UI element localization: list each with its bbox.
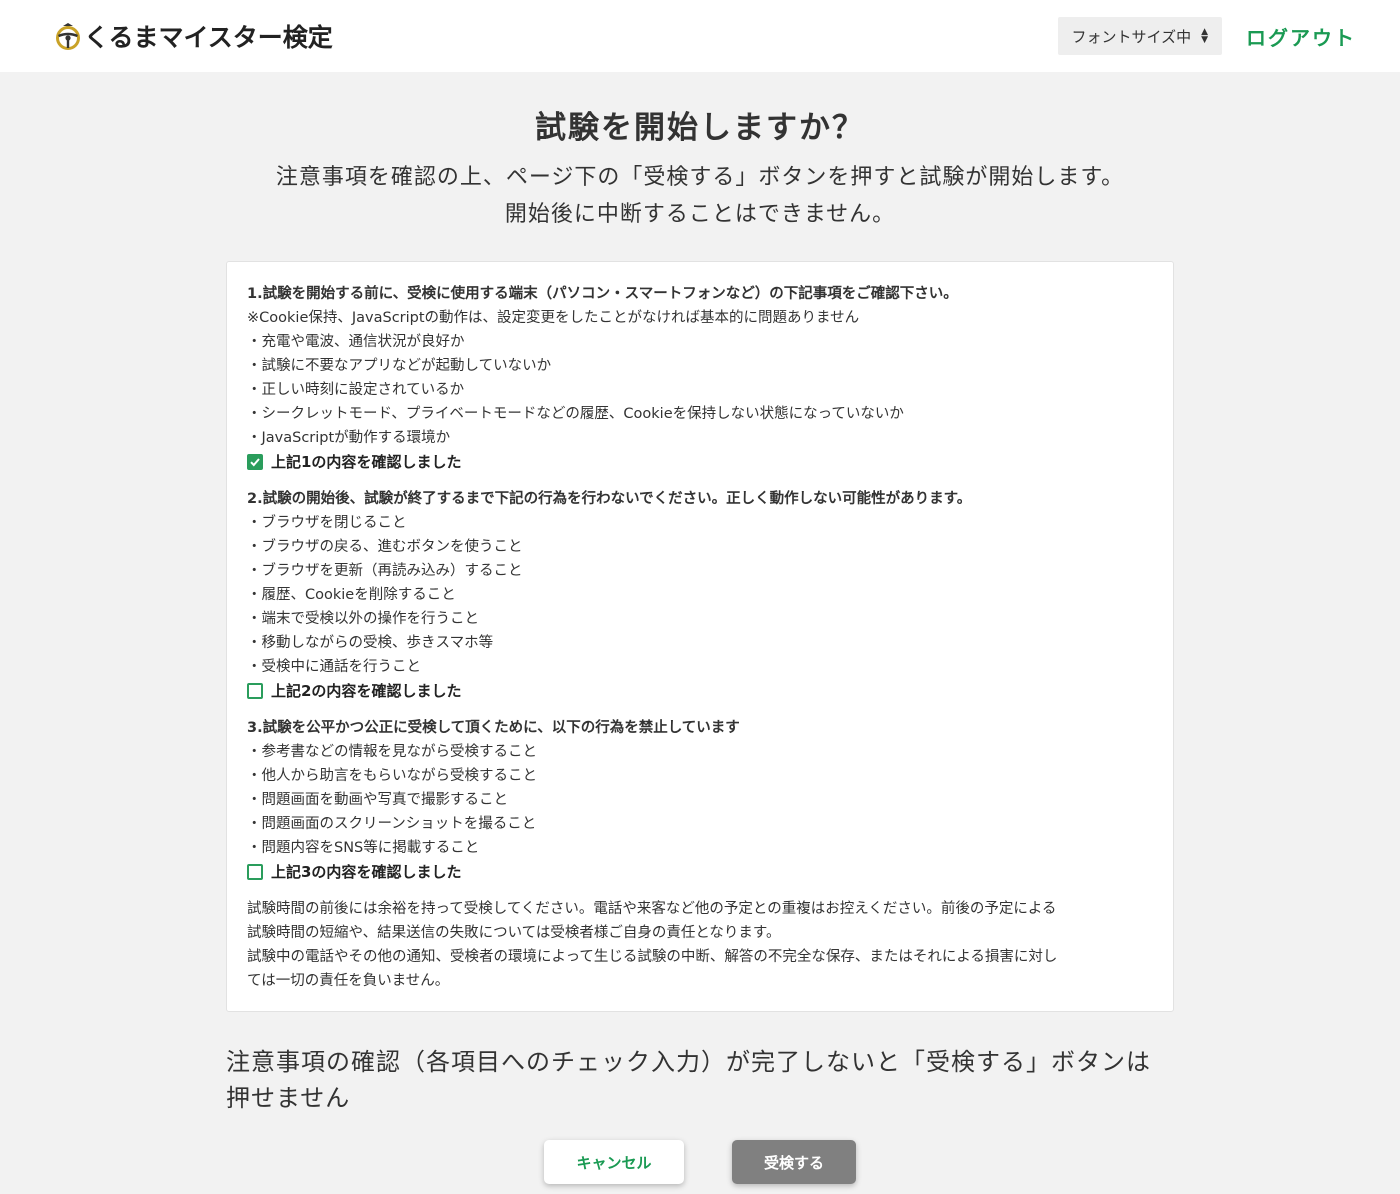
list-item: ・受検中に通話を行うこと [247, 659, 421, 675]
app-header: くるまマイスター検定 フォントサイズ中 ▲ ▼ ログアウト [0, 0, 1400, 72]
page-title: 試験を開始しますか？ [535, 110, 865, 146]
list-item: ・ブラウザを更新（再読み込み）すること [247, 563, 523, 579]
list-item: ・他人から助言をもらいながら受検すること [247, 768, 537, 784]
list-item: ・端末で受検以外の操作を行うこと [247, 611, 479, 627]
list-item: ・履歴、Cookieを削除すること [247, 587, 456, 603]
notice-line: ては一切の責任を負いません。 [247, 973, 450, 989]
logout-link[interactable]: ログアウト [1246, 22, 1356, 51]
site-logo[interactable]: くるまマイスター検定 [54, 18, 333, 54]
confirm-checkbox-2[interactable]: 上記2の内容を確認しました [247, 679, 1153, 703]
list-item: ※Cookie保持、JavaScriptの動作は、設定変更をしたことがなければ基… [247, 310, 860, 326]
checkbox-checked-icon[interactable] [247, 454, 263, 470]
checkbox-unchecked-icon[interactable] [247, 683, 263, 699]
completion-warning: 注意事項の確認（各項目へのチェック入力）が完了しないと「受検する」ボタンは押せま… [226, 1048, 1151, 1112]
action-buttons: キャンセル 受検する [0, 1140, 1400, 1184]
steering-wheel-icon [56, 23, 80, 50]
precaution-section-1: 1.試験を開始する前に、受検に使用する端末（パソコン・スマートフォンなど）の下記… [247, 282, 1153, 474]
header-controls: フォントサイズ中 ▲ ▼ ログアウト [1057, 17, 1356, 55]
list-item: ・問題画面のスクリーンショットを撮ること [247, 816, 537, 832]
list-item: ・試験に不要なアプリなどが起動していないか [247, 358, 552, 374]
checkbox-unchecked-icon[interactable] [247, 864, 263, 880]
font-size-select-value: フォントサイズ中 [1071, 27, 1192, 46]
list-item: ・シークレットモード、プライベートモードなどの履歴、Cookieを保持しない状態… [247, 406, 904, 422]
list-item: ・参考書などの情報を見ながら受検すること [247, 744, 537, 760]
checkbox-label: 上記1の内容を確認しました [271, 453, 462, 471]
notice-line: 試験時間の短縮や、結果送信の失敗については受検者様ご自身の責任となります。 [247, 925, 781, 941]
notice-line: 試験中の電話やその他の通知、受検者の環境によって生じる試験の中断、解答の不完全な… [247, 949, 1058, 965]
font-size-select[interactable]: フォントサイズ中 ▲ ▼ [1057, 17, 1222, 55]
subtitle-line: 注意事項を確認の上、ページ下の「受検する」ボタンを押すと試験が開始します。 [275, 165, 1125, 190]
section-heading: 3.試験を公平かつ公正に受検して頂くために、以下の行為を禁止しています [247, 720, 740, 736]
section-heading: 1.試験を開始する前に、受検に使用する端末（パソコン・スマートフォンなど）の下記… [247, 286, 958, 302]
page-subtitle: 注意事項を確認の上、ページ下の「受検する」ボタンを押すと試験が開始します。 開始… [0, 159, 1400, 233]
subtitle-line: 開始後に中断することはできません。 [504, 202, 896, 227]
confirm-checkbox-1[interactable]: 上記1の内容を確認しました [247, 450, 1153, 474]
list-item: ・JavaScriptが動作する環境か [247, 430, 451, 446]
notice-line: 試験時間の前後には余裕を持って受検してください。電話や来客など他の予定との重複は… [247, 901, 1057, 917]
precaution-section-2: 2.試験の開始後、試験が終了するまで下記の行為を行わないでください。正しく動作し… [247, 487, 1153, 703]
list-item: ・問題画面を動画や写真で撮影すること [247, 792, 508, 808]
checkbox-label: 上記2の内容を確認しました [271, 682, 462, 700]
disclaimer-notice: 試験時間の前後には余裕を持って受検してください。電話や来客など他の予定との重複は… [247, 897, 1153, 993]
main-content: 試験を開始しますか？ 注意事項を確認の上、ページ下の「受検する」ボタンを押すと試… [0, 102, 1400, 1184]
confirm-checkbox-3[interactable]: 上記3の内容を確認しました [247, 860, 1153, 884]
list-item: ・問題内容をSNS等に掲載すること [247, 840, 480, 856]
cancel-button[interactable]: キャンセル [544, 1140, 684, 1184]
list-item: ・ブラウザを閉じること [247, 515, 407, 531]
list-item: ・ブラウザの戻る、進むボタンを使うこと [247, 539, 523, 555]
section-heading: 2.試験の開始後、試験が終了するまで下記の行為を行わないでください。正しく動作し… [247, 491, 972, 507]
select-arrows-icon: ▲ ▼ [1201, 27, 1208, 45]
precautions-card: 1.試験を開始する前に、受検に使用する端末（パソコン・スマートフォンなど）の下記… [226, 261, 1174, 1012]
list-item: ・移動しながらの受検、歩きスマホ等 [247, 635, 494, 651]
logo-text: くるまマイスター検定 [84, 23, 333, 52]
precaution-section-3: 3.試験を公平かつ公正に受検して頂くために、以下の行為を禁止しています ・参考書… [247, 716, 1153, 884]
list-item: ・正しい時刻に設定されているか [247, 382, 465, 398]
checkbox-label: 上記3の内容を確認しました [271, 863, 462, 881]
start-exam-button[interactable]: 受検する [732, 1140, 856, 1184]
list-item: ・充電や電波、通信状況が良好か [247, 334, 465, 350]
